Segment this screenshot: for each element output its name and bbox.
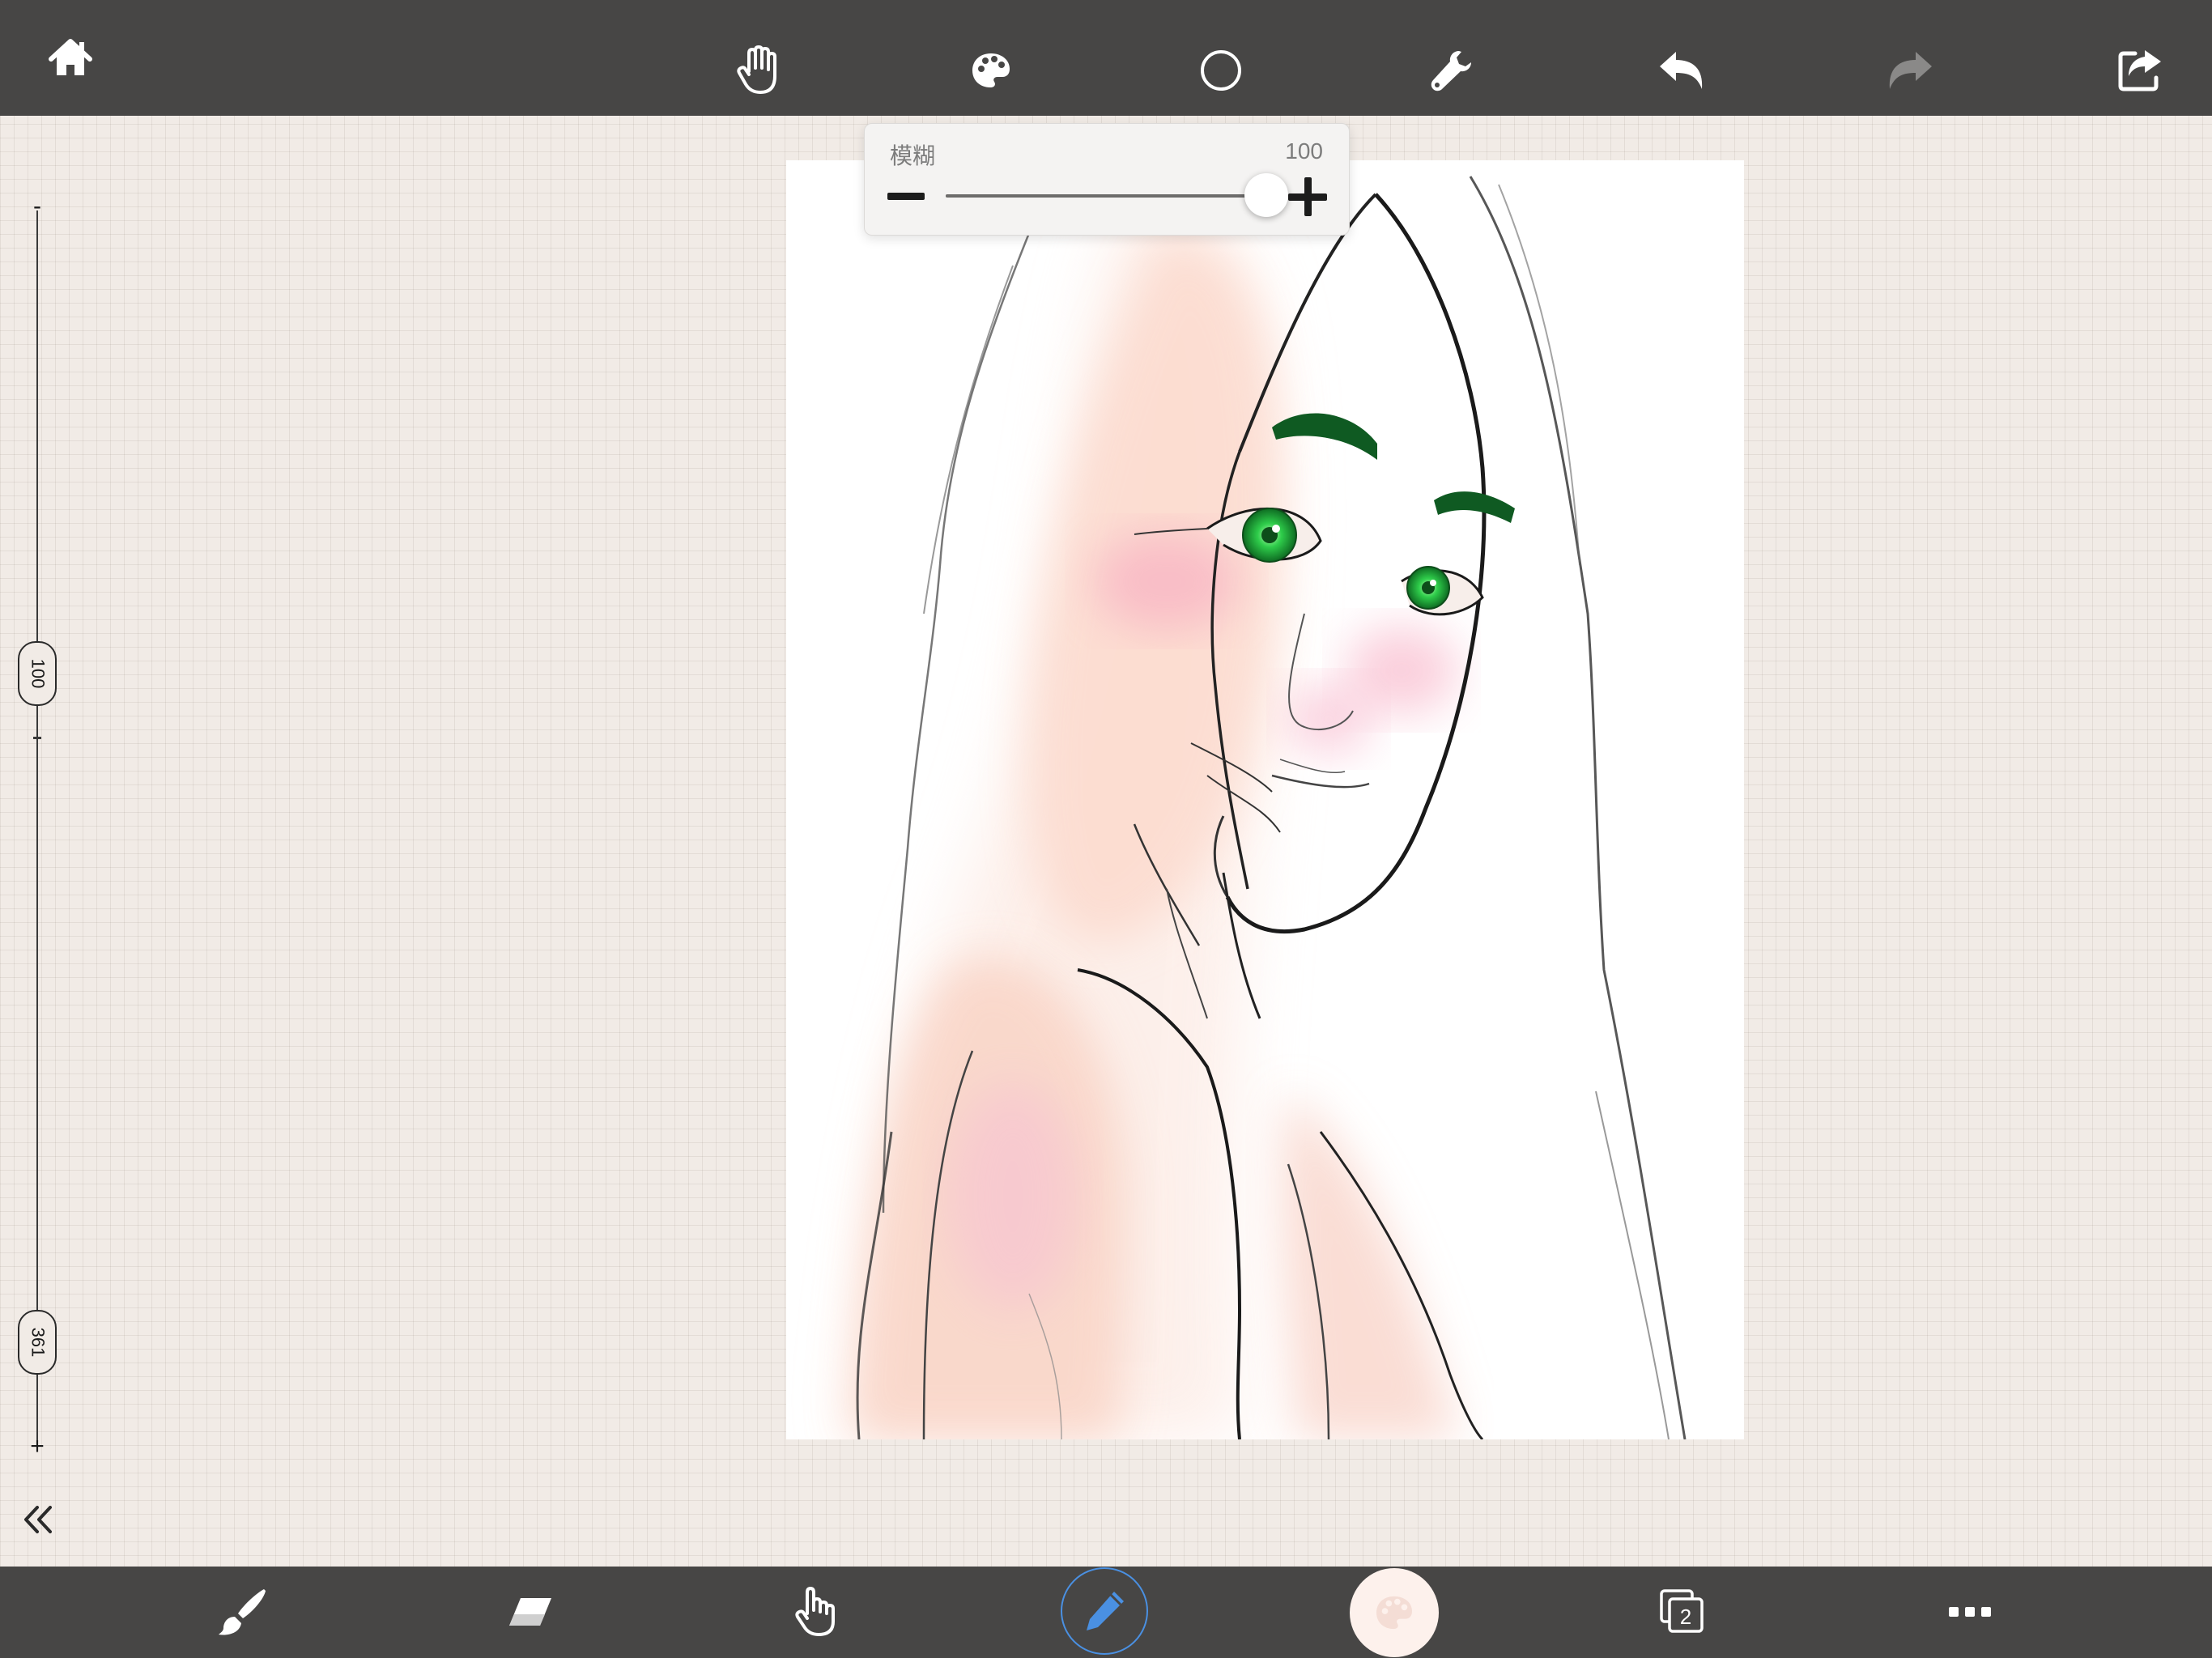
top-toolbar [0, 0, 2212, 116]
blur-adjustment-panel: 模糊 100 [864, 123, 1350, 236]
size-increase-label[interactable]: + [28, 1433, 47, 1460]
circle-selection-icon [1201, 50, 1241, 91]
blur-slider-fill [946, 194, 1266, 198]
layers-button[interactable]: 2 [1646, 1575, 1719, 1648]
undo-button[interactable] [1644, 34, 1717, 107]
blur-slider-thumb[interactable] [1244, 173, 1288, 217]
redo-icon [1889, 52, 1932, 89]
blur-value: 100 [1285, 138, 1323, 164]
brush-size-slider[interactable]: - 100 361 + [0, 186, 73, 1482]
artwork-illustration [851, 176, 1687, 1439]
blur-decrease-button[interactable] [886, 181, 926, 213]
blur-increase-button[interactable] [1285, 174, 1330, 219]
share-button[interactable] [2104, 34, 2177, 107]
brush-icon [219, 1589, 266, 1635]
color-palette-button[interactable] [955, 34, 1027, 107]
size-current-bubble[interactable]: 100 [18, 641, 57, 706]
layer-count: 2 [1680, 1605, 1691, 1629]
more-icon [1949, 1607, 1991, 1617]
pencil-tool-button[interactable] [1061, 1567, 1148, 1655]
redo-button[interactable] [1874, 34, 1947, 107]
size-max-bubble[interactable]: 361 [18, 1310, 57, 1375]
drawing-canvas[interactable] [786, 160, 1744, 1439]
pencil-icon [1087, 1592, 1124, 1630]
palette-icon [972, 53, 1010, 87]
smudge-tool-button[interactable] [779, 1575, 852, 1648]
home-icon [49, 39, 92, 75]
size-slider-tick [33, 737, 41, 739]
hand-icon [737, 45, 776, 94]
size-current-value: 100 [28, 658, 48, 689]
share-icon [2118, 50, 2161, 91]
size-slider-track[interactable] [36, 210, 38, 1441]
color-palette-icon [1376, 1596, 1412, 1630]
blur-slider-track[interactable] [946, 173, 1288, 217]
double-chevron-left-icon [24, 1506, 52, 1533]
wrench-icon [1431, 51, 1471, 91]
settings-button[interactable] [1414, 34, 1487, 107]
size-max-value: 361 [28, 1327, 48, 1358]
home-button[interactable] [34, 22, 107, 95]
collapse-sidebar-button[interactable] [16, 1498, 60, 1541]
current-color-button[interactable] [1350, 1568, 1439, 1657]
layers-icon: 2 [1660, 1589, 1704, 1633]
selection-button[interactable] [1185, 34, 1257, 107]
brush-tool-button[interactable] [206, 1575, 279, 1648]
smudge-finger-icon [795, 1587, 835, 1636]
drawing-app: - 100 361 + 模糊 100 2 [0, 0, 2212, 1658]
undo-icon [1660, 52, 1703, 89]
pan-tool-button[interactable] [722, 34, 795, 107]
eraser-tool-button[interactable] [494, 1575, 567, 1648]
eraser-icon [509, 1598, 551, 1626]
more-options-button[interactable] [1933, 1575, 2006, 1648]
blur-label: 模糊 [890, 143, 936, 168]
